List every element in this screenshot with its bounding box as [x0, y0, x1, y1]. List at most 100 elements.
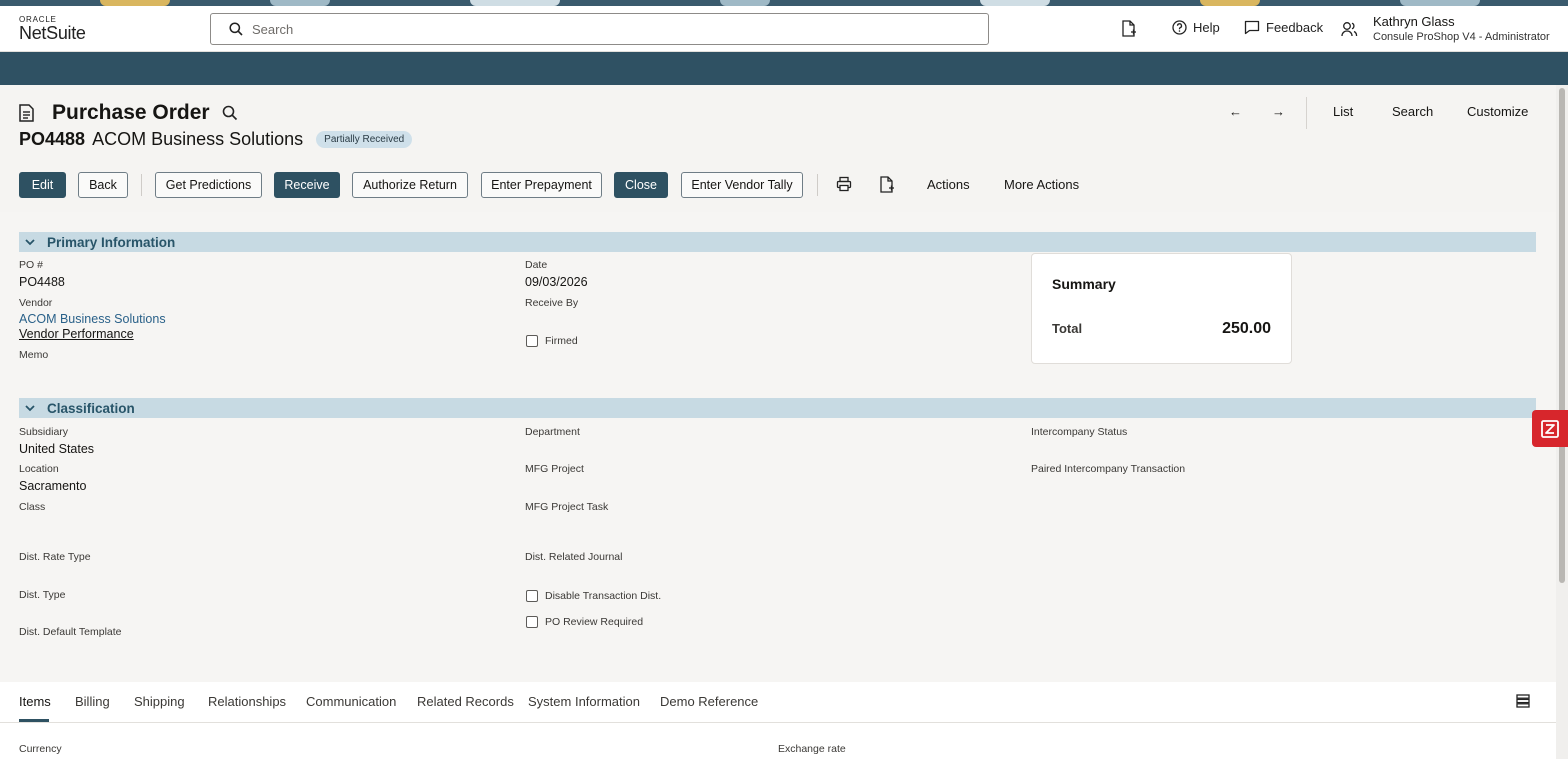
- intercompany-status-label: Intercompany Status: [1031, 426, 1128, 438]
- enter-prepayment-button[interactable]: Enter Prepayment: [481, 172, 602, 198]
- record-title-row: Purchase Order: [19, 101, 238, 125]
- tab-system-information[interactable]: System Information: [528, 694, 640, 709]
- active-tab-indicator: [19, 719, 49, 722]
- feedback-label: Feedback: [1266, 20, 1324, 35]
- tab-items[interactable]: Items: [19, 694, 51, 709]
- summary-title: Summary: [1052, 276, 1116, 292]
- primary-information-header[interactable]: Primary Information: [19, 232, 1536, 252]
- enter-vendor-tally-button[interactable]: Enter Vendor Tally: [681, 172, 803, 198]
- record-identifier-row: PO4488 ACOM Business Solutions Partially…: [19, 129, 413, 150]
- po-number-label: PO #: [19, 259, 43, 271]
- vendor-performance-link[interactable]: Vendor Performance: [19, 327, 134, 341]
- search-link[interactable]: Search: [1392, 104, 1433, 119]
- edit-button[interactable]: Edit: [19, 172, 66, 198]
- next-record-button[interactable]: →: [1272, 104, 1285, 119]
- tab-related-records[interactable]: Related Records: [417, 694, 514, 709]
- dist-rate-type-label: Dist. Rate Type: [19, 551, 91, 563]
- summary-card: Summary Total 250.00: [1031, 253, 1292, 364]
- chevron-down-icon: [25, 405, 35, 412]
- tab-demo-reference[interactable]: Demo Reference: [660, 694, 758, 709]
- recent-records-icon[interactable]: [1121, 20, 1137, 37]
- list-link[interactable]: List: [1333, 104, 1353, 119]
- chevron-down-icon: [25, 239, 35, 246]
- user-name: Kathryn Glass: [1373, 14, 1455, 29]
- logo-netsuite-text: NetSuite: [19, 23, 86, 43]
- disable-transaction-dist-label: Disable Transaction Dist.: [545, 590, 662, 602]
- customize-link[interactable]: Customize: [1467, 104, 1528, 119]
- memo-label: Memo: [19, 349, 49, 361]
- authorize-return-button[interactable]: Authorize Return: [352, 172, 468, 198]
- subtab-bar: Items Billing Shipping Relationships Com…: [0, 682, 1556, 723]
- department-label: Department: [525, 426, 580, 438]
- location-label: Location: [19, 463, 59, 475]
- scrollbar-thumb[interactable]: [1559, 88, 1565, 583]
- print-icon[interactable]: [836, 176, 852, 192]
- exchange-rate-label: Exchange rate: [778, 743, 846, 755]
- global-header: ORACLE NetSuite Help Feedback Kathryn Gl…: [0, 6, 1568, 52]
- search-icon: [229, 22, 243, 36]
- page-title: Purchase Order: [52, 101, 210, 124]
- date-value: 09/03/2026: [525, 275, 588, 289]
- vendor-link[interactable]: ACOM Business Solutions: [19, 312, 166, 326]
- tab-relationships[interactable]: Relationships: [208, 694, 286, 709]
- tab-communication[interactable]: Communication: [306, 694, 396, 709]
- global-search[interactable]: [210, 13, 989, 45]
- status-badge: Partially Received: [316, 131, 413, 148]
- transaction-document-icon: [19, 104, 34, 122]
- tab-shipping[interactable]: Shipping: [134, 694, 185, 709]
- feedback-icon: [1244, 20, 1260, 35]
- classification-header[interactable]: Classification: [19, 398, 1536, 418]
- date-label: Date: [525, 259, 548, 271]
- netsuite-logo[interactable]: ORACLE NetSuite: [19, 16, 86, 43]
- help-label: Help: [1193, 20, 1220, 35]
- dist-default-template-label: Dist. Default Template: [19, 626, 122, 638]
- paired-intercompany-label: Paired Intercompany Transaction: [1031, 463, 1186, 475]
- summary-total-value: 250.00: [1222, 320, 1271, 337]
- dist-related-journal-label: Dist. Related Journal: [525, 551, 623, 563]
- feedback-button[interactable]: Feedback: [1244, 20, 1323, 35]
- firmed-label: Firmed: [545, 335, 578, 347]
- disable-transaction-dist-checkbox[interactable]: [526, 590, 538, 602]
- po-review-required-checkbox[interactable]: [526, 616, 538, 628]
- po-number-value: PO4488: [19, 275, 65, 289]
- previous-record-button[interactable]: ←: [1229, 104, 1242, 119]
- toolbar-divider: [817, 174, 818, 196]
- get-predictions-button[interactable]: Get Predictions: [155, 172, 262, 198]
- subsidiary-label: Subsidiary: [19, 426, 69, 438]
- receive-button[interactable]: Receive: [274, 172, 340, 198]
- summary-total-label: Total: [1052, 321, 1083, 336]
- more-actions-menu[interactable]: More Actions: [1004, 177, 1079, 192]
- layout-toggle-icon[interactable]: [1516, 694, 1530, 708]
- record-search-icon[interactable]: [222, 105, 238, 121]
- external-tool-icon: [1541, 419, 1559, 438]
- record-body: [0, 212, 1556, 682]
- actions-menu[interactable]: Actions: [927, 177, 970, 192]
- section-title: Primary Information: [47, 234, 176, 250]
- receive-by-label: Receive By: [525, 297, 579, 309]
- new-document-icon[interactable]: [879, 176, 895, 193]
- record-number: PO4488: [19, 129, 86, 149]
- user-roles-icon[interactable]: [1341, 21, 1358, 37]
- help-button[interactable]: Help: [1172, 20, 1220, 35]
- dist-type-label: Dist. Type: [19, 589, 66, 601]
- currency-label: Currency: [19, 743, 62, 755]
- global-search-input[interactable]: [252, 14, 972, 44]
- location-value: Sacramento: [19, 479, 87, 493]
- vendor-label: Vendor: [19, 297, 53, 309]
- items-subtab-content: Currency Exchange rate: [0, 723, 1556, 759]
- main-navigation-bar: [0, 52, 1568, 85]
- user-menu[interactable]: Kathryn Glass Consule ProShop V4 - Admin…: [1373, 14, 1550, 44]
- nav-divider: [1306, 97, 1307, 129]
- subsidiary-value: United States: [19, 442, 95, 456]
- toolbar-divider: [141, 174, 142, 196]
- help-icon: [1172, 20, 1187, 35]
- class-label: Class: [19, 501, 46, 513]
- user-role: Consule ProShop V4 - Administrator: [1373, 31, 1550, 44]
- back-button[interactable]: Back: [78, 172, 128, 198]
- tab-billing[interactable]: Billing: [75, 694, 110, 709]
- floating-tool-button[interactable]: [1532, 410, 1568, 447]
- record-vendor-name: ACOM Business Solutions: [92, 129, 304, 149]
- firmed-checkbox[interactable]: [526, 335, 538, 347]
- po-review-required-label: PO Review Required: [545, 616, 644, 628]
- close-button[interactable]: Close: [614, 172, 668, 198]
